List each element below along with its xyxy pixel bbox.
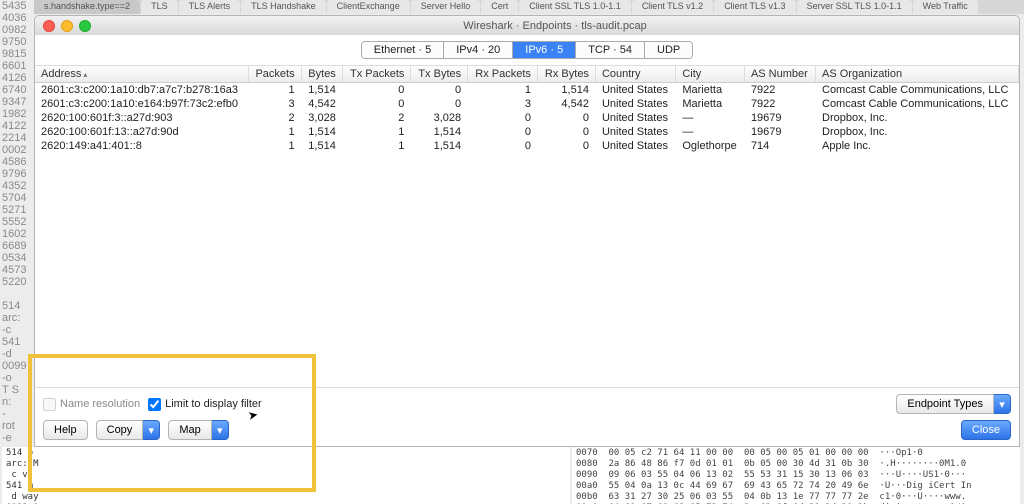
table-header-row: Address▴PacketsBytesTx PacketsTx BytesRx… xyxy=(35,66,1019,83)
bg-hex-dump: 0070 00 05 c2 71 64 11 00 00 00 05 00 05… xyxy=(572,447,1020,504)
map-label[interactable]: Map xyxy=(168,420,211,440)
col-rx-packets[interactable]: Rx Packets xyxy=(468,66,538,83)
col-tx-packets[interactable]: Tx Packets xyxy=(342,66,411,83)
copy-label[interactable]: Copy xyxy=(96,420,144,440)
map-button[interactable]: Map ▾ xyxy=(168,420,228,440)
col-as-organization[interactable]: AS Organization xyxy=(816,66,1019,83)
col-packets[interactable]: Packets xyxy=(248,66,301,83)
table-row[interactable]: 2601:c3:c200:1a10:db7:a7c7:b278:16a311,5… xyxy=(35,83,1019,98)
limit-display-checkbox[interactable]: Limit to display filter xyxy=(148,398,262,411)
table-row[interactable]: 2620:149:a41:401::811,51411,51400United … xyxy=(35,139,1019,153)
cursor-icon: ➤ xyxy=(247,407,259,423)
bg-line-numbers: 5435403609829750981566014126674093471982… xyxy=(2,0,30,492)
zoom-icon[interactable] xyxy=(79,20,91,32)
col-address[interactable]: Address▴ xyxy=(35,66,248,83)
copy-button[interactable]: Copy ▾ xyxy=(96,420,161,440)
chevron-down-icon[interactable]: ▾ xyxy=(143,420,160,440)
bg-packet-details: 514 b arc: M c v 541 m d way 0099 0 o me… xyxy=(2,447,570,504)
bg-editor-tabs: s.handshake.type==2TLSTLS AlertsTLS Hand… xyxy=(34,0,1024,14)
minimize-icon[interactable] xyxy=(61,20,73,32)
name-resolution-checkbox: Name resolution xyxy=(43,398,140,411)
col-city[interactable]: City xyxy=(676,66,745,83)
endpoint-types-button[interactable]: Endpoint Types ▾ xyxy=(896,394,1011,414)
tab-udp[interactable]: UDP xyxy=(645,42,692,58)
limit-display-input[interactable] xyxy=(148,398,161,411)
col-as-number[interactable]: AS Number xyxy=(744,66,815,83)
table-row[interactable]: 2601:c3:c200:1a10:e164:b97f:73c2:efb034,… xyxy=(35,97,1019,111)
close-icon[interactable] xyxy=(43,20,55,32)
tab-ipv4[interactable]: IPv4 · 20 xyxy=(444,42,513,58)
window-controls[interactable] xyxy=(43,20,91,32)
table-body: 2601:c3:c200:1a10:db7:a7c7:b278:16a311,5… xyxy=(35,83,1019,154)
name-resolution-input xyxy=(43,398,56,411)
protocol-tabs-wrap: Ethernet · 5IPv4 · 20IPv6 · 5TCP · 54UDP xyxy=(35,35,1019,65)
options-row: Name resolution Limit to display filter … xyxy=(35,388,1019,420)
endpoints-table-wrap[interactable]: Address▴PacketsBytesTx PacketsTx BytesRx… xyxy=(35,65,1019,388)
col-bytes[interactable]: Bytes xyxy=(301,66,342,83)
chevron-down-icon[interactable]: ▾ xyxy=(212,420,229,440)
tab-tcp[interactable]: TCP · 54 xyxy=(576,42,645,58)
endpoint-types-label[interactable]: Endpoint Types xyxy=(896,394,994,414)
protocol-tabs: Ethernet · 5IPv4 · 20IPv6 · 5TCP · 54UDP xyxy=(361,41,693,59)
table-row[interactable]: 2620:100:601f:3::a27d:90323,02823,02800U… xyxy=(35,111,1019,125)
tab-ethernet[interactable]: Ethernet · 5 xyxy=(362,42,444,58)
endpoints-dialog: Ethernet · 5IPv4 · 20IPv6 · 5TCP · 54UDP… xyxy=(34,35,1020,447)
tab-ipv6[interactable]: IPv6 · 5 xyxy=(513,42,576,58)
col-tx-bytes[interactable]: Tx Bytes xyxy=(411,66,468,83)
close-button[interactable]: Close xyxy=(961,420,1011,440)
window-title: Wireshark · Endpoints · tls-audit.pcap xyxy=(91,20,1019,32)
name-resolution-label: Name resolution xyxy=(60,398,140,410)
action-row: Help Copy ▾ Map ▾ Close xyxy=(35,420,1019,446)
table-row[interactable]: 2620:100:601f:13::a27d:90d11,51411,51400… xyxy=(35,125,1019,139)
col-country[interactable]: Country xyxy=(595,66,675,83)
endpoints-table: Address▴PacketsBytesTx PacketsTx BytesRx… xyxy=(35,66,1019,153)
help-button[interactable]: Help xyxy=(43,420,88,440)
chevron-down-icon[interactable]: ▾ xyxy=(994,394,1011,414)
window-titlebar: Wireshark · Endpoints · tls-audit.pcap xyxy=(34,15,1020,37)
col-rx-bytes[interactable]: Rx Bytes xyxy=(537,66,595,83)
